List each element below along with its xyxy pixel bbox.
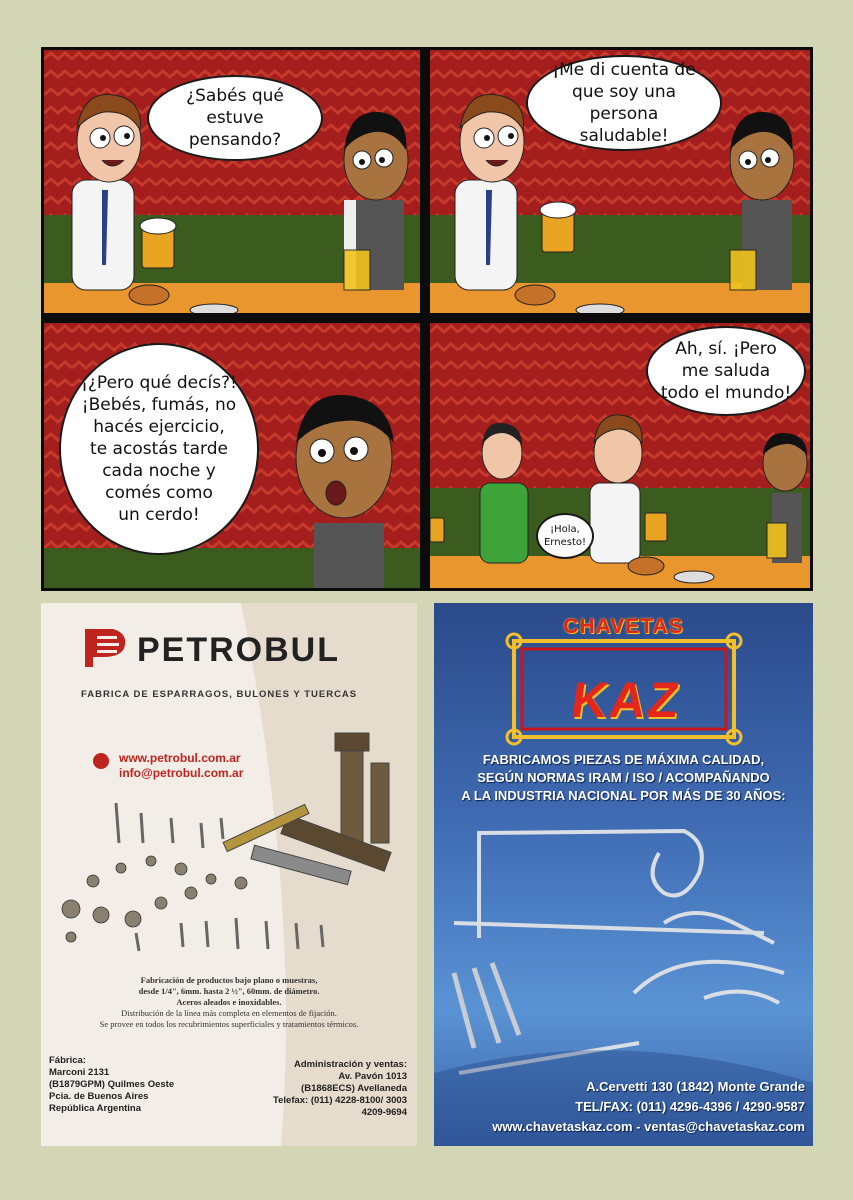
admin-line: Av. Pavón 1013	[338, 1071, 407, 1082]
petrobul-web-link[interactable]: www.petrobul.com.ar	[119, 751, 243, 766]
comic-panel-3: ¡¿Pero qué decís?! ¡Bebés, fumás, no hac…	[44, 323, 420, 588]
desc-line: Se provee en todos los recubrimientos su…	[99, 1019, 359, 1029]
desc-line: Distribución de la línea más completa en…	[121, 1008, 337, 1018]
comic-panel-4: Ah, sí. ¡Pero me saluda todo el mundo! ¡…	[430, 323, 810, 588]
desc-line: Aceros aleados e inoxidables.	[176, 997, 282, 1007]
small-bubble-text: ¡Hola, Ernesto!	[543, 524, 586, 548]
bubble-text: ¡¿Pero qué decís?! ¡Bebés, fumás, no hac…	[81, 373, 237, 525]
bubble-text: ¡Me di cuenta de que soy una persona sal…	[552, 60, 696, 146]
tag-line: A LA INDUSTRIA NACIONAL POR MÁS DE 30 AÑ…	[461, 788, 786, 803]
petrobul-ad: PETROBUL FABRICA DE ESPARRAGOS, BULONES …	[41, 603, 417, 1146]
kaz-address: A.Cervetti 130 (1842) Monte Grande	[586, 1079, 805, 1094]
admin-label: Administración y ventas:	[294, 1059, 407, 1070]
kaz-logo: KAZ	[567, 672, 685, 728]
petrobul-description: Fabricación de productos bajo plano o mu…	[61, 975, 397, 1030]
admin-line: (B1868ECS) Avellaneda	[301, 1083, 407, 1094]
petrobul-email-link[interactable]: info@petrobul.com.ar	[119, 766, 243, 781]
factory-line: (B1879GPM) Quilmes Oeste	[49, 1079, 175, 1090]
factory-line: Pcia. de Buenos Aires	[49, 1091, 149, 1102]
admin-phone: 4209-9694	[361, 1107, 407, 1118]
kaz-web-link[interactable]: www.chavetaskaz.com - ventas@chavetaskaz…	[492, 1117, 805, 1137]
petrobul-contact: www.petrobul.com.ar info@petrobul.com.ar	[119, 751, 243, 781]
petrobul-factory: Fábrica: Marconi 2131 (B1879GPM) Quilmes…	[49, 1055, 174, 1115]
comic-strip: ¿Sabés qué estuve pensando? ¡Me di cuent…	[41, 47, 813, 591]
kaz-top-label: CHAVETAS	[563, 615, 684, 638]
bubble-text: Ah, sí. ¡Pero me saluda todo el mundo!	[660, 339, 792, 403]
petrobul-subtitle: FABRICA DE ESPARRAGOS, BULONES Y TUERCAS	[81, 689, 358, 700]
factory-label: Fábrica:	[49, 1055, 86, 1066]
speech-bubble: Ah, sí. ¡Pero me saluda todo el mundo!	[646, 326, 806, 416]
bubble-text: ¿Sabés qué estuve pensando?	[186, 86, 284, 150]
comic-panel-2: ¡Me di cuenta de que soy una persona sal…	[430, 50, 810, 313]
kaz-contact: A.Cervetti 130 (1842) Monte Grande TEL/F…	[492, 1077, 805, 1137]
factory-line: Marconi 2131	[49, 1067, 110, 1078]
factory-line: República Argentina	[49, 1103, 142, 1114]
tag-line: FABRICAMOS PIEZAS DE MÁXIMA CALIDAD,	[482, 752, 765, 767]
kaz-tagline: FABRICAMOS PIEZAS DE MÁXIMA CALIDAD, SEG…	[434, 751, 813, 805]
petrobul-brand: PETROBUL	[137, 631, 340, 669]
chavetas-kaz-ad: CHAVETAS KAZ FABRICAMOS PIEZAS DE MÁXIMA…	[434, 603, 813, 1146]
desc-line: Fabricación de productos bajo plano o mu…	[140, 975, 318, 985]
speech-bubble: ¿Sabés qué estuve pensando?	[147, 75, 323, 161]
tag-line: SEGÚN NORMAS IRAM / ISO / ACOMPAÑANDO	[477, 770, 770, 785]
small-speech-bubble: ¡Hola, Ernesto!	[536, 513, 594, 559]
kaz-phone: TEL/FAX: (011) 4296-4396 / 4290-9587	[575, 1099, 805, 1114]
comic-panel-1: ¿Sabés qué estuve pensando?	[44, 50, 420, 313]
speech-bubble: ¡Me di cuenta de que soy una persona sal…	[526, 55, 722, 151]
admin-phone: Telefax: (011) 4228-8100/ 3003	[273, 1095, 407, 1106]
speech-bubble: ¡¿Pero qué decís?! ¡Bebés, fumás, no hac…	[59, 343, 259, 555]
desc-line: desde 1/4", 6mm. hasta 2 ½", 60mm. de di…	[138, 986, 320, 996]
petrobul-admin: Administración y ventas: Av. Pavón 1013 …	[273, 1059, 407, 1119]
